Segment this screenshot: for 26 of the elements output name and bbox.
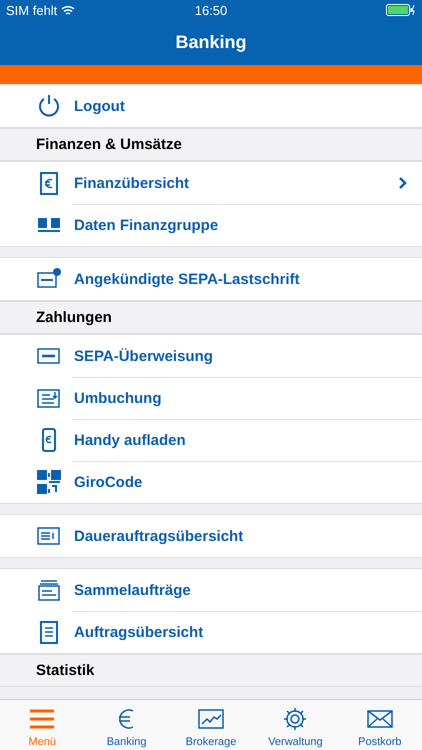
clock-text: 16:50 <box>194 2 228 18</box>
menu-item[interactable]: SEPA-Überweisung <box>0 335 422 377</box>
menu-item[interactable]: Finanzübersicht <box>0 162 422 204</box>
tab-bar-item[interactable]: Banking <box>84 700 169 750</box>
menu-item[interactable]: Auftragsübersicht <box>0 611 422 653</box>
menu-item[interactable]: Umbuchung <box>0 377 422 419</box>
qr-code-icon <box>36 469 62 495</box>
menu-item[interactable]: Daten Finanzgruppe <box>0 204 422 246</box>
tab-bar-item[interactable]: Brokerage <box>168 700 254 750</box>
battery-icon <box>386 4 416 16</box>
menu-item[interactable]: Sammelaufträge <box>0 569 422 611</box>
tab-bar-item[interactable]: Postkorb <box>338 700 422 750</box>
power-icon <box>36 93 62 119</box>
nav-title: Banking <box>174 31 248 54</box>
tab-bar-item[interactable]: Verwaltung <box>253 700 338 750</box>
section-header: Zahlungen <box>0 301 422 334</box>
menu-item[interactable]: Handy aufladen <box>0 419 422 461</box>
wifi-icon <box>61 4 76 16</box>
menu-item[interactable]: Angekündigte SEPA-Lastschrift <box>0 258 422 300</box>
section-header: Finanzen & Umsätze <box>0 128 422 161</box>
menu-item[interactable]: Logout <box>0 85 422 127</box>
menu-item[interactable]: GiroCode <box>0 461 422 503</box>
menu-item[interactable]: Dauerauftragsübersicht <box>0 515 422 557</box>
section-header: Statistik <box>0 654 422 687</box>
chevron-icon <box>398 176 408 190</box>
carrier-text: SIM fehlt <box>6 2 58 18</box>
